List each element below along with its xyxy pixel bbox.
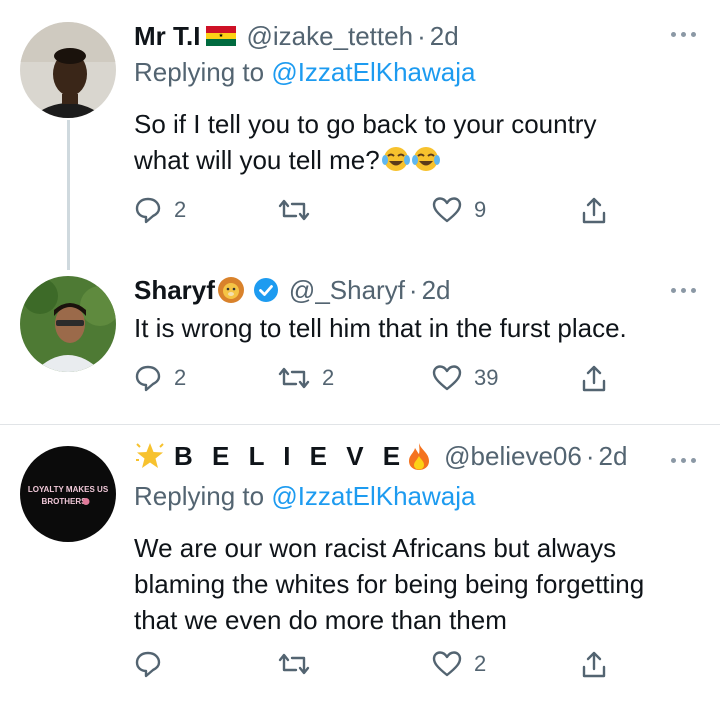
like-count: 9 [474, 197, 487, 222]
replying-to-prefix: Replying to [134, 481, 272, 511]
fire-emoji [406, 441, 432, 471]
separator-dot: · [417, 21, 426, 51]
timestamp[interactable]: 2d [430, 20, 459, 52]
replying-to-mention[interactable]: @IzzatElKhawaja [271, 57, 475, 87]
reply-button[interactable]: 2 [134, 364, 186, 392]
avatar-believe[interactable]: LOYALTY MAKES US BROTHERS [20, 446, 116, 542]
avatar-image [20, 276, 116, 372]
tweet-text-line: what will you tell me? [134, 145, 380, 175]
retweet-button[interactable]: 2 [278, 364, 334, 392]
tweet-header: B E L I E V E @believe06 · 2d [134, 440, 627, 472]
separator-dot: · [408, 275, 418, 305]
share-button[interactable] [580, 196, 608, 226]
reply-icon [135, 197, 161, 224]
tweet-header: Mr T.I @izake_tetteh · 2d [134, 20, 459, 52]
user-handle[interactable]: @_Sharyf [289, 274, 405, 306]
share-button[interactable] [580, 364, 608, 394]
separator-dot: · [585, 441, 595, 471]
avatar-image [20, 22, 116, 118]
glowing-star-emoji [134, 440, 166, 472]
like-count: 39 [474, 365, 499, 390]
replying-to-prefix: Replying to [134, 57, 272, 87]
tweet-1[interactable]: Mr T.I @izake_tetteh · 2d Replying to @I… [0, 0, 720, 270]
retweet-button[interactable] [278, 196, 322, 224]
tweet-text-line: blaming the whites for being being forge… [134, 569, 645, 599]
tweet-text-line: So if I tell you to go back to your coun… [134, 109, 597, 139]
timestamp[interactable]: 2d [422, 274, 451, 306]
like-button[interactable]: 2 [432, 650, 486, 678]
like-button[interactable]: 39 [432, 364, 498, 392]
retweet-icon [278, 653, 310, 675]
tweet-actions: 2 9 [134, 196, 614, 228]
user-handle[interactable]: @izake_tetteh [246, 20, 413, 52]
reply-count: 2 [174, 197, 187, 222]
reply-button[interactable] [134, 650, 174, 678]
tweet-actions: 2 [134, 650, 614, 682]
avatar-sharyf[interactable] [20, 276, 116, 372]
reply-icon [135, 365, 161, 392]
heart-icon [432, 197, 462, 223]
retweet-count: 2 [322, 365, 335, 390]
more-options-icon[interactable] [671, 288, 696, 293]
replying-to: Replying to @IzzatElKhawaja [134, 56, 475, 88]
tweet-text: It is wrong to tell him that in the furs… [134, 313, 627, 343]
like-count: 2 [474, 651, 487, 676]
replying-to-mention[interactable]: @IzzatElKhawaja [271, 481, 475, 511]
retweet-button[interactable] [278, 650, 322, 678]
avatar-text-line: BROTHERS [42, 497, 88, 506]
replying-to: Replying to @IzzatElKhawaja [134, 480, 475, 512]
share-icon [582, 651, 606, 678]
timestamp[interactable]: 2d [599, 440, 628, 472]
more-options-icon[interactable] [671, 32, 696, 37]
share-icon [582, 365, 606, 392]
tweet-text-line: that we even do more than them [134, 605, 507, 635]
like-button[interactable]: 9 [432, 196, 486, 224]
tweet-2[interactable]: Sharyf @_Sharyf · 2d It is wrong to tell… [0, 262, 720, 422]
more-options-icon[interactable] [671, 458, 696, 463]
thread-connector-line [67, 120, 70, 270]
reply-icon [135, 651, 161, 678]
avatar-mr-ti[interactable] [20, 22, 116, 118]
share-icon [582, 197, 606, 224]
user-handle[interactable]: @believe06 [444, 440, 582, 472]
verified-badge-icon [253, 277, 279, 303]
avatar-image: LOYALTY MAKES US BROTHERS [20, 446, 116, 542]
lion-face-emoji [217, 276, 245, 304]
display-name[interactable]: Sharyf [134, 274, 215, 306]
retweet-icon [278, 367, 310, 389]
tweet-header: Sharyf @_Sharyf · 2d [134, 274, 451, 306]
heart-icon [432, 651, 462, 677]
tweet-text: So if I tell you to go back to your coun… [134, 106, 714, 182]
display-name[interactable]: Mr T.I [134, 20, 200, 52]
tweet-text-line: We are our won racist Africans but alway… [134, 533, 617, 563]
tweet-text: We are our won racist Africans but alway… [134, 530, 714, 638]
reply-count: 2 [174, 365, 187, 390]
ghana-flag-icon [206, 26, 237, 46]
retweet-icon [278, 199, 310, 221]
heart-icon [432, 365, 462, 391]
share-button[interactable] [580, 650, 608, 680]
tweet-actions: 2 2 39 [134, 364, 614, 396]
avatar-text-line: LOYALTY MAKES US [28, 485, 109, 494]
tears-of-joy-emoji [381, 145, 442, 182]
display-name[interactable]: B E L I E V E [174, 440, 406, 472]
tweet-3[interactable]: LOYALTY MAKES US BROTHERS B E L I E V E … [0, 422, 720, 710]
reply-button[interactable]: 2 [134, 196, 186, 224]
